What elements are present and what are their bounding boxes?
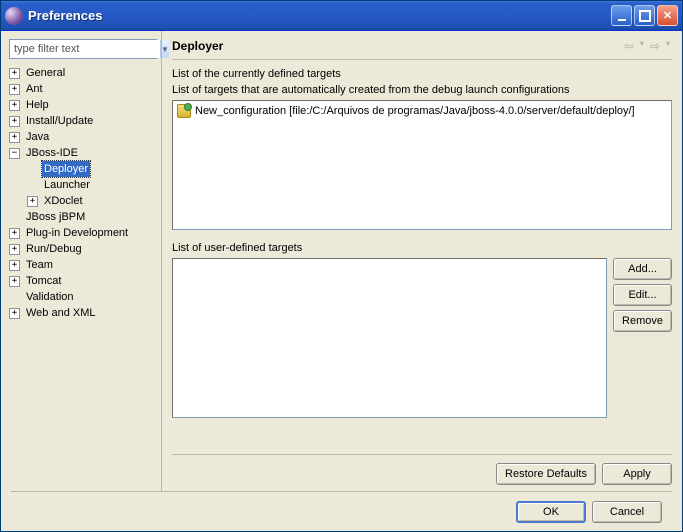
window-title: Preferences <box>28 8 102 23</box>
tree-item[interactable]: + General <box>9 65 157 81</box>
window-controls <box>611 5 678 26</box>
tree-item[interactable]: + Tomcat <box>9 273 157 289</box>
tree-item-label[interactable]: Plug-in Development <box>24 225 130 241</box>
tree-item-label[interactable]: Tomcat <box>24 273 63 289</box>
expand-icon[interactable]: + <box>9 100 20 111</box>
no-expand-icon <box>27 164 38 175</box>
add-button[interactable]: Add... <box>613 258 672 280</box>
panel-bottom-buttons: Restore Defaults Apply <box>172 454 672 485</box>
tree-item-label[interactable]: General <box>24 65 67 81</box>
tree-item[interactable]: Validation <box>9 289 157 305</box>
tree-item-label[interactable]: Ant <box>24 81 45 97</box>
tree-item[interactable]: −JBoss-IDE <box>9 145 157 161</box>
app-icon <box>5 7 23 25</box>
tree-item[interactable]: + Plug-in Development <box>9 225 157 241</box>
edit-button[interactable]: Edit... <box>613 284 672 306</box>
expand-icon[interactable]: + <box>9 116 20 127</box>
expand-icon[interactable]: + <box>27 196 38 207</box>
panel-title: Deployer <box>172 39 223 53</box>
tree-item-label[interactable]: Deployer <box>42 161 90 177</box>
tree-item-label[interactable]: Help <box>24 97 51 113</box>
expand-icon[interactable]: + <box>9 84 20 95</box>
title-bar: Preferences <box>1 1 682 31</box>
tree-item[interactable]: + XDoclet <box>9 193 157 209</box>
tree-item[interactable]: + Install/Update <box>9 113 157 129</box>
tree-item[interactable]: + Java <box>9 129 157 145</box>
tree-item[interactable]: Launcher <box>9 177 157 193</box>
side-buttons: Add... Edit... Remove <box>613 258 672 418</box>
no-expand-icon <box>9 212 20 223</box>
no-expand-icon <box>27 180 38 191</box>
tree-item-label[interactable]: XDoclet <box>42 193 85 209</box>
tree-item-label[interactable]: JBoss-IDE <box>24 145 80 161</box>
user-list-label: List of user-defined targets <box>172 242 672 254</box>
sidebar: ▼ + General + Ant + Help + Install/Update + Java−… <box>1 31 161 491</box>
panel-header: Deployer ⇦▾ ⇨▾ <box>172 39 672 60</box>
user-list-row: Add... Edit... Remove <box>172 258 672 418</box>
nav-arrows: ⇦▾ ⇨▾ <box>622 39 672 53</box>
list-heading: List of the currently defined targets <box>172 68 672 80</box>
tree-item[interactable]: + Web and XML <box>9 305 157 321</box>
collapse-icon[interactable]: − <box>9 148 20 159</box>
minimize-button[interactable] <box>611 5 632 26</box>
tree-item[interactable]: + Team <box>9 257 157 273</box>
expand-icon[interactable]: + <box>9 132 20 143</box>
remove-button[interactable]: Remove <box>613 310 672 332</box>
tree-item[interactable]: + Ant <box>9 81 157 97</box>
expand-icon[interactable]: + <box>9 228 20 239</box>
expand-icon[interactable]: + <box>9 244 20 255</box>
target-label: New_configuration [file:/C:/Arquivos de … <box>195 105 635 117</box>
forward-icon[interactable]: ⇨ <box>648 39 662 53</box>
tree-item-label[interactable]: Install/Update <box>24 113 95 129</box>
restore-defaults-button[interactable]: Restore Defaults <box>496 463 596 485</box>
tree-item-label[interactable]: JBoss jBPM <box>24 209 87 225</box>
back-icon[interactable]: ⇦ <box>622 39 636 53</box>
target-icon <box>177 104 191 118</box>
cancel-button[interactable]: Cancel <box>592 501 662 523</box>
user-targets-list[interactable] <box>172 258 607 418</box>
filter-input[interactable] <box>10 40 160 58</box>
content-area: ▼ + General + Ant + Help + Install/Update + Java−… <box>1 31 682 491</box>
tree-item-label[interactable]: Launcher <box>42 177 92 193</box>
expand-icon[interactable]: + <box>9 68 20 79</box>
tree-item[interactable]: + Run/Debug <box>9 241 157 257</box>
close-button[interactable] <box>657 5 678 26</box>
target-item[interactable]: New_configuration [file:/C:/Arquivos de … <box>175 103 669 119</box>
tree-item[interactable]: JBoss jBPM <box>9 209 157 225</box>
tree-item-label[interactable]: Java <box>24 129 51 145</box>
expand-icon[interactable]: + <box>9 260 20 271</box>
preferences-panel: Deployer ⇦▾ ⇨▾ List of the currently def… <box>161 31 682 491</box>
apply-button[interactable]: Apply <box>602 463 672 485</box>
tree-item[interactable]: Deployer <box>9 161 157 177</box>
tree-item[interactable]: + Help <box>9 97 157 113</box>
no-expand-icon <box>9 292 20 303</box>
auto-list-label: List of targets that are automatically c… <box>172 84 672 96</box>
ok-button[interactable]: OK <box>516 501 586 523</box>
maximize-button[interactable] <box>634 5 655 26</box>
auto-targets-list[interactable]: New_configuration [file:/C:/Arquivos de … <box>172 100 672 230</box>
expand-icon[interactable]: + <box>9 276 20 287</box>
preferences-tree[interactable]: +General+Ant+Help+Install/Update+Java−JB… <box>9 65 157 321</box>
expand-icon[interactable]: + <box>9 308 20 319</box>
tree-item-label[interactable]: Validation <box>24 289 76 305</box>
filter-field[interactable]: ▼ <box>9 39 157 59</box>
tree-item-label[interactable]: Run/Debug <box>24 241 84 257</box>
tree-item-label[interactable]: Team <box>24 257 55 273</box>
tree-item-label[interactable]: Web and XML <box>24 305 98 321</box>
dialog-footer: OK Cancel <box>11 491 672 531</box>
